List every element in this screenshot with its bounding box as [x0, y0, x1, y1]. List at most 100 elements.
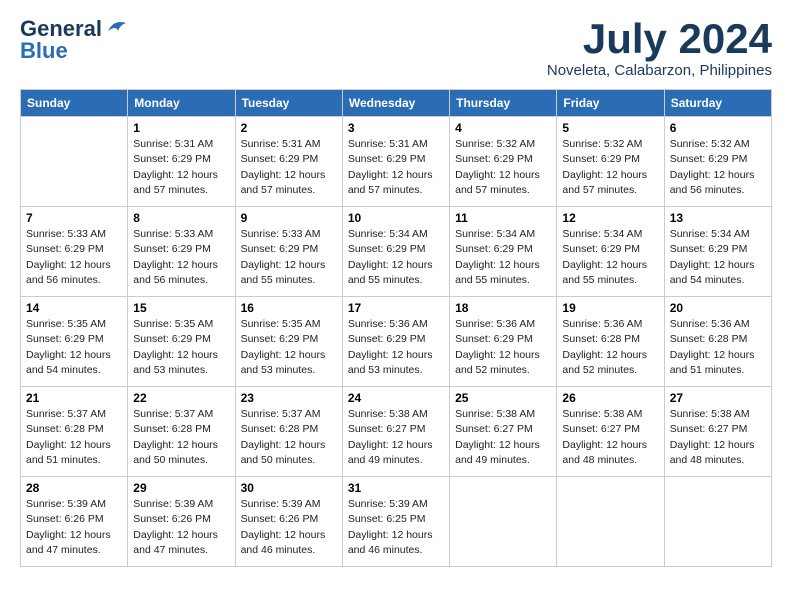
day-number: 25	[455, 391, 551, 405]
day-number: 9	[241, 211, 337, 225]
day-cell	[21, 117, 128, 207]
day-cell	[664, 477, 771, 567]
day-cell: 3Sunrise: 5:31 AMSunset: 6:29 PMDaylight…	[342, 117, 449, 207]
day-number: 20	[670, 301, 766, 315]
day-info: Sunrise: 5:31 AMSunset: 6:29 PMDaylight:…	[241, 137, 337, 198]
title-area: July 2024 Noveleta, Calabarzon, Philippi…	[547, 16, 772, 79]
day-cell	[557, 477, 664, 567]
day-number: 15	[133, 301, 229, 315]
day-number: 30	[241, 481, 337, 495]
day-number: 12	[562, 211, 658, 225]
day-cell: 13 Sunrise: 5:34 AMSunset: 6:29 PMDayligh…	[664, 207, 771, 297]
day-cell: 29Sunrise: 5:39 AMSunset: 6:26 PMDayligh…	[128, 477, 235, 567]
day-cell: 27Sunrise: 5:38 AMSunset: 6:27 PMDayligh…	[664, 387, 771, 477]
day-info: Sunrise: 5:39 AMSunset: 6:26 PMDaylight:…	[133, 497, 229, 558]
day-info: Sunrise: 5:33 AMSunset: 6:29 PMDaylight:…	[133, 227, 229, 288]
day-info: Sunrise: 5:32 AMSunset: 6:29 PMDaylight:…	[670, 137, 766, 198]
day-number: 27	[670, 391, 766, 405]
header-tuesday: Tuesday	[235, 90, 342, 117]
day-cell: 25 Sunrise: 5:38 AMSunset: 6:27 PMDayligh…	[450, 387, 557, 477]
day-number: 6	[670, 121, 766, 135]
week-row-2: 7 Sunrise: 5:33 AMSunset: 6:29 PMDaylight…	[21, 207, 772, 297]
day-number: 4	[455, 121, 551, 135]
week-row-1: 1 Sunrise: 5:31 AMSunset: 6:29 PMDaylight…	[21, 117, 772, 207]
header-saturday: Saturday	[664, 90, 771, 117]
day-cell: 28 Sunrise: 5:39 AMSunset: 6:26 PMDayligh…	[21, 477, 128, 567]
day-info: Sunrise: 5:36 AMSunset: 6:29 PMDaylight:…	[348, 317, 444, 378]
day-cell: 2 Sunrise: 5:31 AMSunset: 6:29 PMDaylight…	[235, 117, 342, 207]
day-number: 5	[562, 121, 658, 135]
day-number: 7	[26, 211, 122, 225]
day-info: Sunrise: 5:34 AMSunset: 6:29 PMDaylight:…	[348, 227, 444, 288]
day-number: 2	[241, 121, 337, 135]
calendar-header-row: SundayMondayTuesdayWednesdayThursdayFrid…	[21, 90, 772, 117]
day-cell: 9 Sunrise: 5:33 AMSunset: 6:29 PMDaylight…	[235, 207, 342, 297]
day-info: Sunrise: 5:35 AMSunset: 6:29 PMDaylight:…	[26, 317, 122, 378]
day-number: 21	[26, 391, 122, 405]
day-number: 24	[348, 391, 444, 405]
day-cell: 30 Sunrise: 5:39 AMSunset: 6:26 PMDayligh…	[235, 477, 342, 567]
day-number: 3	[348, 121, 444, 135]
day-number: 17	[348, 301, 444, 315]
day-info: Sunrise: 5:37 AMSunset: 6:28 PMDaylight:…	[133, 407, 229, 468]
day-cell: 6 Sunrise: 5:32 AMSunset: 6:29 PMDaylight…	[664, 117, 771, 207]
day-cell: 12 Sunrise: 5:34 AMSunset: 6:29 PMDayligh…	[557, 207, 664, 297]
day-info: Sunrise: 5:38 AMSunset: 6:27 PMDaylight:…	[348, 407, 444, 468]
day-number: 19	[562, 301, 658, 315]
week-row-3: 14 Sunrise: 5:35 AMSunset: 6:29 PMDayligh…	[21, 297, 772, 387]
day-info: Sunrise: 5:39 AMSunset: 6:26 PMDaylight:…	[241, 497, 337, 558]
location-title: Noveleta, Calabarzon, Philippines	[547, 62, 772, 79]
day-info: Sunrise: 5:36 AMSunset: 6:28 PMDaylight:…	[670, 317, 766, 378]
header-friday: Friday	[557, 90, 664, 117]
day-info: Sunrise: 5:35 AMSunset: 6:29 PMDaylight:…	[241, 317, 337, 378]
day-info: Sunrise: 5:32 AMSunset: 6:29 PMDaylight:…	[562, 137, 658, 198]
day-number: 23	[241, 391, 337, 405]
day-info: Sunrise: 5:34 AMSunset: 6:29 PMDaylight:…	[670, 227, 766, 288]
day-cell: 31Sunrise: 5:39 AMSunset: 6:25 PMDayligh…	[342, 477, 449, 567]
week-row-5: 28 Sunrise: 5:39 AMSunset: 6:26 PMDayligh…	[21, 477, 772, 567]
day-cell: 4 Sunrise: 5:32 AMSunset: 6:29 PMDaylight…	[450, 117, 557, 207]
logo: General Blue	[20, 16, 128, 64]
calendar-table: SundayMondayTuesdayWednesdayThursdayFrid…	[20, 89, 772, 567]
day-number: 26	[562, 391, 658, 405]
week-row-4: 21 Sunrise: 5:37 AMSunset: 6:28 PMDayligh…	[21, 387, 772, 477]
day-info: Sunrise: 5:39 AMSunset: 6:25 PMDaylight:…	[348, 497, 444, 558]
day-info: Sunrise: 5:35 AMSunset: 6:29 PMDaylight:…	[133, 317, 229, 378]
logo-blue: Blue	[20, 38, 68, 64]
day-info: Sunrise: 5:38 AMSunset: 6:27 PMDaylight:…	[455, 407, 551, 468]
day-info: Sunrise: 5:39 AMSunset: 6:26 PMDaylight:…	[26, 497, 122, 558]
day-number: 10	[348, 211, 444, 225]
header-thursday: Thursday	[450, 90, 557, 117]
day-number: 13	[670, 211, 766, 225]
day-cell: 20 Sunrise: 5:36 AMSunset: 6:28 PMDayligh…	[664, 297, 771, 387]
day-info: Sunrise: 5:36 AMSunset: 6:29 PMDaylight:…	[455, 317, 551, 378]
day-info: Sunrise: 5:31 AMSunset: 6:29 PMDaylight:…	[133, 137, 229, 198]
logo-bird-icon	[106, 17, 128, 35]
day-cell	[450, 477, 557, 567]
day-cell: 1 Sunrise: 5:31 AMSunset: 6:29 PMDaylight…	[128, 117, 235, 207]
day-cell: 17 Sunrise: 5:36 AMSunset: 6:29 PMDayligh…	[342, 297, 449, 387]
day-cell: 14 Sunrise: 5:35 AMSunset: 6:29 PMDayligh…	[21, 297, 128, 387]
day-info: Sunrise: 5:34 AMSunset: 6:29 PMDaylight:…	[562, 227, 658, 288]
day-info: Sunrise: 5:32 AMSunset: 6:29 PMDaylight:…	[455, 137, 551, 198]
day-cell: 23 Sunrise: 5:37 AMSunset: 6:28 PMDayligh…	[235, 387, 342, 477]
day-cell: 10 Sunrise: 5:34 AMSunset: 6:29 PMDayligh…	[342, 207, 449, 297]
header: General Blue July 2024 Noveleta, Calabar…	[20, 16, 772, 79]
day-cell: 21Sunrise: 5:37 AMSunset: 6:28 PMDayligh…	[21, 387, 128, 477]
day-number: 18	[455, 301, 551, 315]
day-number: 8	[133, 211, 229, 225]
day-number: 11	[455, 211, 551, 225]
day-number: 28	[26, 481, 122, 495]
day-number: 16	[241, 301, 337, 315]
day-cell: 26Sunrise: 5:38 AMSunset: 6:27 PMDayligh…	[557, 387, 664, 477]
day-info: Sunrise: 5:33 AMSunset: 6:29 PMDaylight:…	[241, 227, 337, 288]
day-cell: 24 Sunrise: 5:38 AMSunset: 6:27 PMDayligh…	[342, 387, 449, 477]
day-info: Sunrise: 5:33 AMSunset: 6:29 PMDaylight:…	[26, 227, 122, 288]
day-cell: 19Sunrise: 5:36 AMSunset: 6:28 PMDayligh…	[557, 297, 664, 387]
day-number: 14	[26, 301, 122, 315]
day-info: Sunrise: 5:37 AMSunset: 6:28 PMDaylight:…	[241, 407, 337, 468]
day-cell: 11Sunrise: 5:34 AMSunset: 6:29 PMDayligh…	[450, 207, 557, 297]
day-number: 1	[133, 121, 229, 135]
header-monday: Monday	[128, 90, 235, 117]
day-cell: 8 Sunrise: 5:33 AMSunset: 6:29 PMDaylight…	[128, 207, 235, 297]
